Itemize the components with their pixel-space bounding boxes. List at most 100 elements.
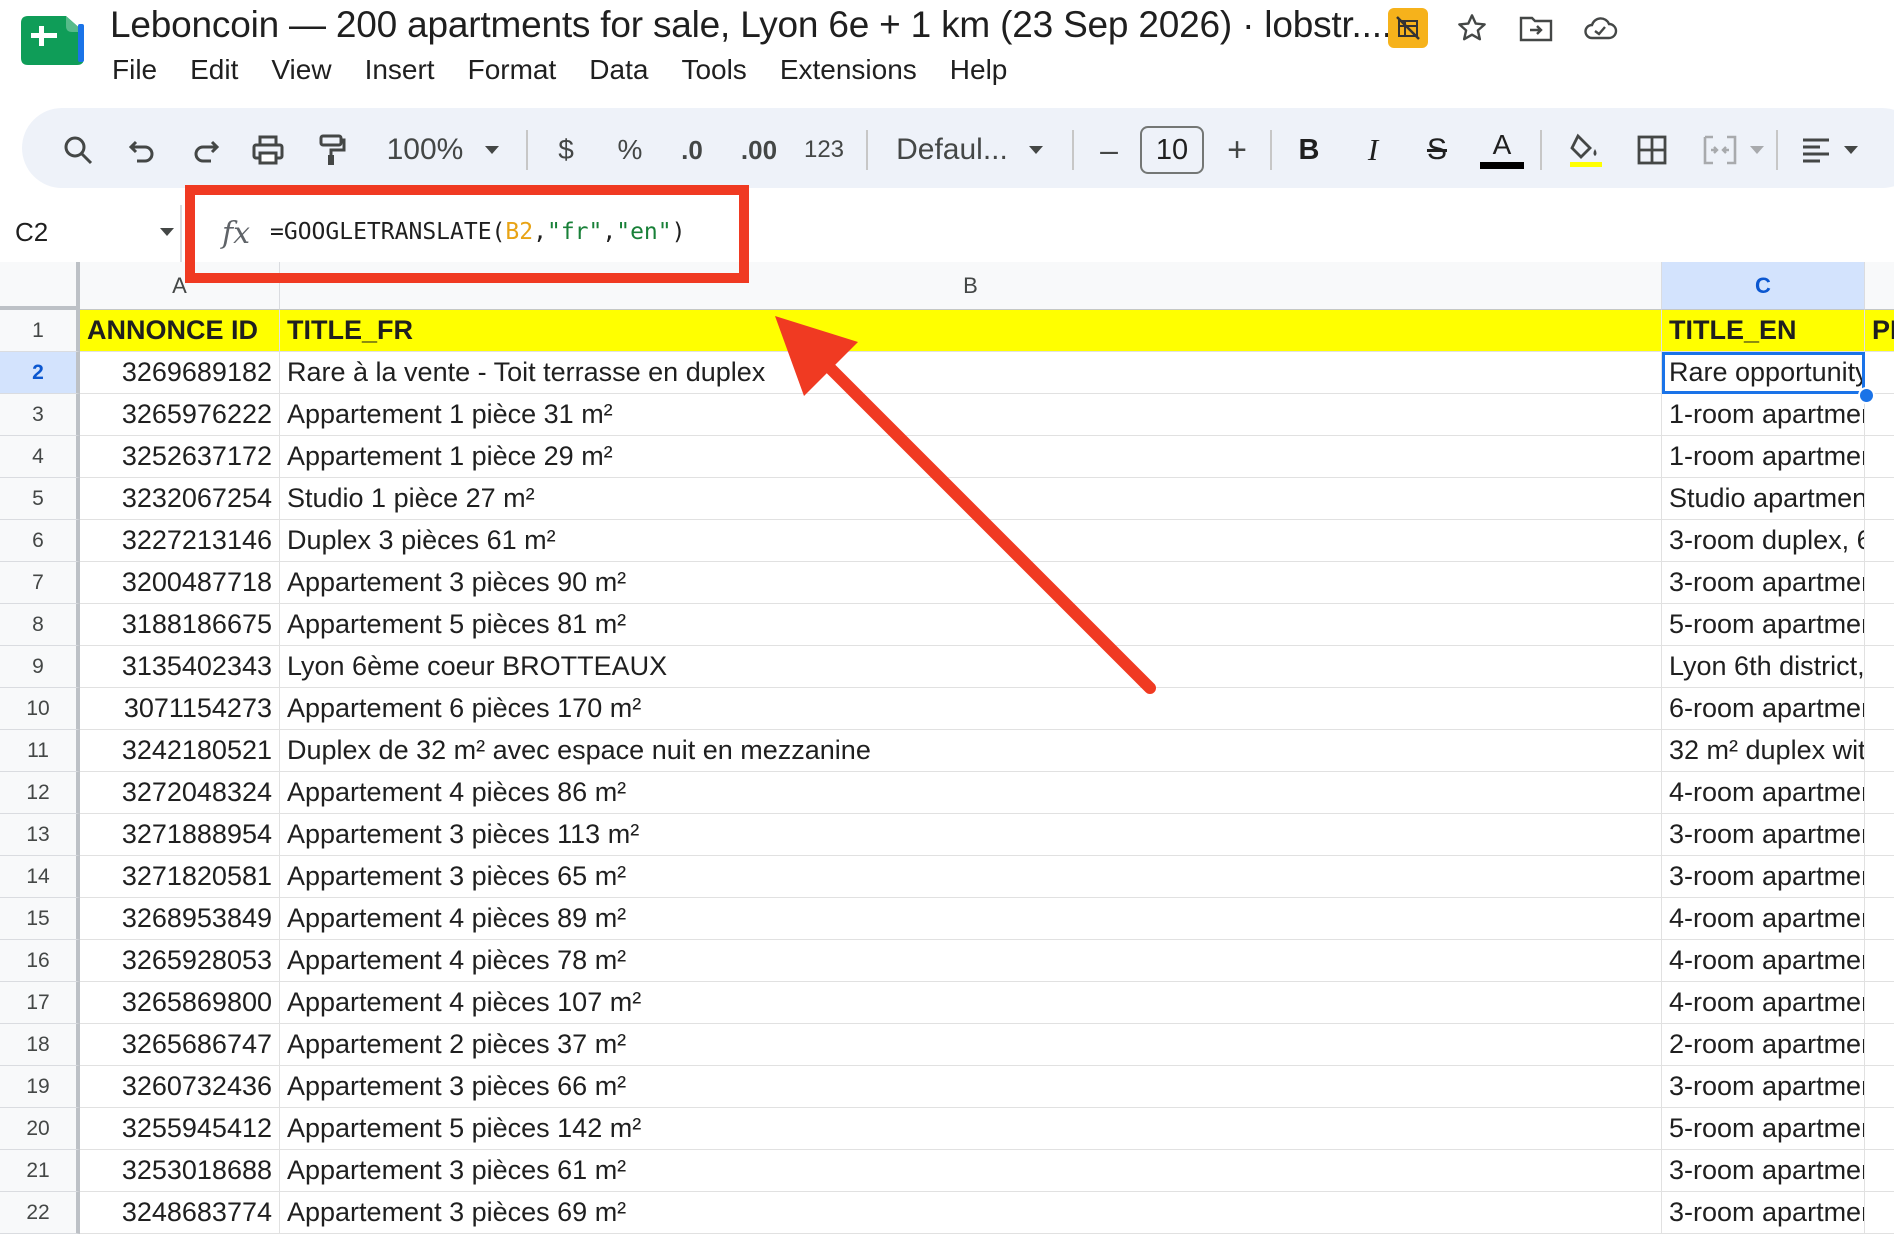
bold-button[interactable]: B [1294, 110, 1324, 190]
print-icon[interactable] [246, 110, 290, 190]
row-header[interactable]: 5 [0, 478, 80, 520]
cell-price[interactable] [1865, 562, 1894, 604]
currency-button[interactable]: $ [548, 110, 584, 190]
cell-title-fr[interactable]: Appartement 3 pièces 90 m² [280, 562, 1662, 604]
row-header[interactable]: 9 [0, 646, 80, 688]
cell-price[interactable] [1865, 730, 1894, 772]
strikethrough-button[interactable]: S [1420, 110, 1454, 190]
cell-annonce-id[interactable]: 3227213146 [80, 520, 280, 562]
header-cell-annonce-id[interactable]: ANNONCE ID [80, 310, 280, 352]
menu-insert[interactable]: Insert [365, 54, 435, 86]
cell-price[interactable] [1865, 940, 1894, 982]
cell-annonce-id[interactable]: 3200487718 [80, 562, 280, 604]
cell-title-en-selected[interactable]: Rare opportunity [1662, 352, 1865, 394]
cell-price[interactable] [1865, 520, 1894, 562]
cell-price[interactable] [1865, 604, 1894, 646]
redo-icon[interactable] [184, 110, 228, 190]
cell-title-en[interactable]: 3-room apartmen [1662, 562, 1865, 604]
row-header[interactable]: 18 [0, 1024, 80, 1066]
fill-handle[interactable] [1858, 387, 1875, 404]
cell-price[interactable] [1865, 1066, 1894, 1108]
menu-extensions[interactable]: Extensions [780, 54, 917, 86]
cell-title-en[interactable]: Studio apartmen [1662, 478, 1865, 520]
increase-decimal-button[interactable]: .00 [736, 110, 782, 190]
cell-title-fr[interactable]: Appartement 3 pièces 69 m² [280, 1192, 1662, 1234]
menu-help[interactable]: Help [950, 54, 1008, 86]
menu-format[interactable]: Format [468, 54, 557, 86]
cell-annonce-id[interactable]: 3135402343 [80, 646, 280, 688]
cell-annonce-id[interactable]: 3242180521 [80, 730, 280, 772]
cell-annonce-id[interactable]: 3271888954 [80, 814, 280, 856]
cell-annonce-id[interactable]: 3188186675 [80, 604, 280, 646]
fill-color-icon[interactable] [1566, 110, 1606, 190]
header-cell-title-fr[interactable]: TITLE_FR [280, 310, 1662, 352]
cell-price[interactable] [1865, 1192, 1894, 1234]
cell-title-en[interactable]: 3-room apartmen [1662, 1192, 1865, 1234]
cell-title-fr[interactable]: Appartement 4 pièces 78 m² [280, 940, 1662, 982]
no-formatting-icon[interactable] [1388, 8, 1428, 48]
font-size-increase-button[interactable]: + [1220, 110, 1254, 190]
select-all-corner[interactable] [0, 262, 80, 310]
cell-title-en[interactable]: 4-room apartmen [1662, 898, 1865, 940]
cell-annonce-id[interactable]: 3071154273 [80, 688, 280, 730]
font-select[interactable]: Defaul... [892, 110, 1012, 190]
document-title[interactable]: Leboncoin — 200 apartments for sale, Lyo… [110, 4, 1392, 46]
name-box-caret-icon[interactable] [158, 226, 176, 238]
cell-price[interactable] [1865, 646, 1894, 688]
cell-title-en[interactable]: 6-room apartmen [1662, 688, 1865, 730]
cell-title-fr[interactable]: Appartement 1 pièce 29 m² [280, 436, 1662, 478]
align-caret-icon[interactable] [1840, 110, 1862, 190]
cell-title-fr[interactable]: Appartement 5 pièces 142 m² [280, 1108, 1662, 1150]
header-cell-title-en[interactable]: TITLE_EN [1662, 310, 1865, 352]
row-header[interactable]: 15 [0, 898, 80, 940]
row-header[interactable]: 6 [0, 520, 80, 562]
cell-title-fr[interactable]: Appartement 3 pièces 113 m² [280, 814, 1662, 856]
cell-annonce-id[interactable]: 3271820581 [80, 856, 280, 898]
search-icon[interactable] [56, 110, 100, 190]
row-header[interactable]: 7 [0, 562, 80, 604]
cell-title-en[interactable]: 1-room apartmen [1662, 394, 1865, 436]
italic-button[interactable]: I [1358, 110, 1388, 190]
cell-price[interactable] [1865, 856, 1894, 898]
cloud-saved-icon[interactable] [1580, 8, 1620, 48]
sheets-logo[interactable] [18, 16, 84, 65]
spreadsheet-grid[interactable]: A B C 1 ANNONCE ID TITLE_FR TITLE_EN PI … [0, 262, 1894, 1234]
row-header[interactable]: 19 [0, 1066, 80, 1108]
cell-title-fr[interactable]: Duplex de 32 m² avec espace nuit en mezz… [280, 730, 1662, 772]
cell-price[interactable] [1865, 436, 1894, 478]
cell-annonce-id[interactable]: 3255945412 [80, 1108, 280, 1150]
cell-title-fr[interactable]: Appartement 4 pièces 107 m² [280, 982, 1662, 1024]
cell-annonce-id[interactable]: 3252637172 [80, 436, 280, 478]
row-header[interactable]: 8 [0, 604, 80, 646]
text-color-button[interactable]: A [1480, 110, 1524, 190]
cell-title-fr[interactable]: Appartement 5 pièces 81 m² [280, 604, 1662, 646]
cell-annonce-id[interactable]: 3253018688 [80, 1150, 280, 1192]
font-caret-icon[interactable] [1024, 110, 1048, 190]
cell-annonce-id[interactable]: 3265869800 [80, 982, 280, 1024]
row-header[interactable]: 13 [0, 814, 80, 856]
row-header[interactable]: 14 [0, 856, 80, 898]
percent-button[interactable]: % [612, 110, 648, 190]
cell-title-fr[interactable]: Duplex 3 pièces 61 m² [280, 520, 1662, 562]
cell-price[interactable] [1865, 1108, 1894, 1150]
row-header[interactable]: 17 [0, 982, 80, 1024]
move-to-folder-icon[interactable] [1516, 8, 1556, 48]
number-format-button[interactable]: 123 [800, 110, 848, 190]
cell-title-en[interactable]: 3-room apartmen [1662, 1150, 1865, 1192]
cell-title-en[interactable]: 4-room apartmen [1662, 982, 1865, 1024]
merge-caret-icon[interactable] [1746, 110, 1768, 190]
cell-title-fr[interactable]: Appartement 1 pièce 31 m² [280, 394, 1662, 436]
font-size-input[interactable]: 10 [1140, 126, 1204, 174]
cell-title-en[interactable]: 2-room apartmen [1662, 1024, 1865, 1066]
zoom-select[interactable]: 100% [380, 110, 470, 190]
decrease-decimal-button[interactable]: .0 [672, 110, 712, 190]
cell-price[interactable] [1865, 814, 1894, 856]
cell-price[interactable] [1865, 1150, 1894, 1192]
cell-title-fr[interactable]: Lyon 6ème coeur BROTTEAUX [280, 646, 1662, 688]
row-header[interactable]: 12 [0, 772, 80, 814]
cell-annonce-id[interactable]: 3268953849 [80, 898, 280, 940]
cell-title-en[interactable]: 32 m² duplex wit [1662, 730, 1865, 772]
cell-annonce-id[interactable]: 3265686747 [80, 1024, 280, 1066]
cell-title-fr[interactable]: Rare à la vente - Toit terrasse en duple… [280, 352, 1662, 394]
undo-icon[interactable] [120, 110, 164, 190]
